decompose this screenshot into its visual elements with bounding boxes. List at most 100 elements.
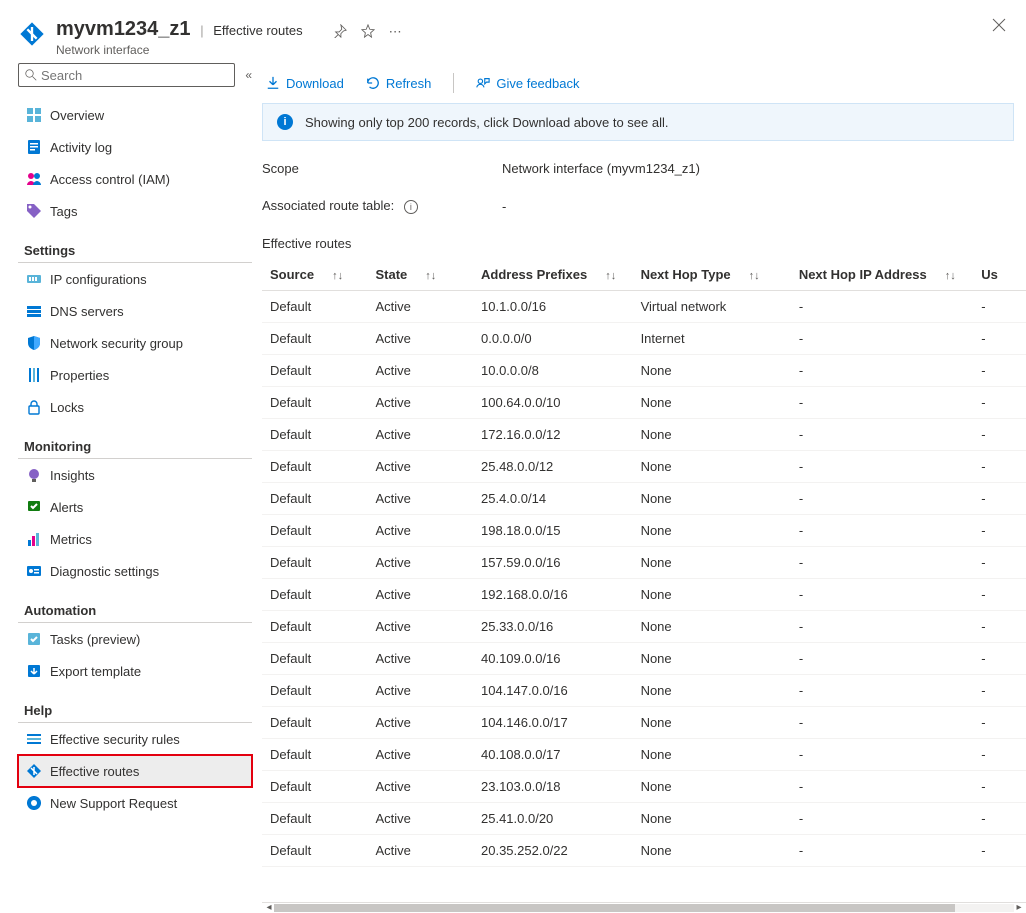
cell-state: Active [368, 675, 474, 707]
cell-nht: Internet [633, 323, 791, 355]
cell-state: Active [368, 835, 474, 867]
table-row[interactable]: Default Active 10.1.0.0/16 Virtual netwo… [262, 291, 1026, 323]
cell-source: Default [262, 675, 368, 707]
sidebar-item-locks[interactable]: Locks [18, 391, 252, 423]
sidebar-item-label: Effective security rules [50, 732, 180, 747]
table-row[interactable]: Default Active 25.33.0.0/16 None - - [262, 611, 1026, 643]
table-row[interactable]: Default Active 25.4.0.0/14 None - - [262, 483, 1026, 515]
table-row[interactable]: Default Active 172.16.0.0/12 None - - [262, 419, 1026, 451]
sidebar-item-tasks[interactable]: Tasks (preview) [18, 623, 252, 655]
sort-icon[interactable]: ↑↓ [945, 270, 956, 282]
column-header[interactable]: Next Hop Type↑↓ [633, 259, 791, 291]
sidebar-item-diag[interactable]: Diagnostic settings [18, 555, 252, 587]
cell-nhip: - [791, 355, 973, 387]
sidebar-item-tags[interactable]: Tags [18, 195, 252, 227]
sidebar-item-label: Properties [50, 368, 109, 383]
table-row[interactable]: Default Active 0.0.0.0/0 Internet - - [262, 323, 1026, 355]
network-interface-icon [18, 20, 46, 48]
table-row[interactable]: Default Active 100.64.0.0/10 None - - [262, 387, 1026, 419]
column-header[interactable]: Us [973, 259, 1026, 291]
sidebar-item-metrics[interactable]: Metrics [18, 523, 252, 555]
table-row[interactable]: Default Active 23.103.0.0/18 None - - [262, 771, 1026, 803]
sidebar-item-secrules[interactable]: Effective security rules [18, 723, 252, 755]
main-pane: Download Refresh Give feedback i Showing… [262, 63, 1026, 912]
table-row[interactable]: Default Active 40.109.0.0/16 None - - [262, 643, 1026, 675]
cell-prefix: 100.64.0.0/10 [473, 387, 633, 419]
sidebar-item-alerts[interactable]: Alerts [18, 491, 252, 523]
sidebar-item-label: Insights [50, 468, 95, 483]
more-icon[interactable]: ⋯ [389, 24, 402, 41]
routes-table: Source↑↓State↑↓Address Prefixes↑↓Next Ho… [262, 259, 1026, 867]
cell-us: - [973, 579, 1026, 611]
help-icon[interactable]: i [404, 200, 418, 214]
cell-source: Default [262, 355, 368, 387]
scope-label: Scope [262, 161, 502, 176]
column-header[interactable]: Address Prefixes↑↓ [473, 259, 633, 291]
search-input[interactable] [41, 68, 228, 83]
sidebar-item-insights[interactable]: Insights [18, 459, 252, 491]
cell-source: Default [262, 387, 368, 419]
cell-nht: None [633, 515, 791, 547]
sidebar-search[interactable] [18, 63, 235, 87]
sidebar-item-overview[interactable]: Overview [18, 99, 252, 131]
scroll-left-icon[interactable]: ◂ [264, 902, 274, 912]
cell-source: Default [262, 579, 368, 611]
table-row[interactable]: Default Active 192.168.0.0/16 None - - [262, 579, 1026, 611]
export-icon [26, 663, 42, 679]
sidebar-item-nsg[interactable]: Network security group [18, 327, 252, 359]
resource-type: Network interface [56, 43, 303, 57]
table-row[interactable]: Default Active 104.147.0.0/16 None - - [262, 675, 1026, 707]
table-row[interactable]: Default Active 104.146.0.0/17 None - - [262, 707, 1026, 739]
sort-icon[interactable]: ↑↓ [332, 270, 343, 282]
cell-us: - [973, 387, 1026, 419]
sidebar-item-label: Effective routes [50, 764, 139, 779]
sidebar-item-export[interactable]: Export template [18, 655, 252, 687]
column-header[interactable]: Next Hop IP Address↑↓ [791, 259, 973, 291]
banner-text: Showing only top 200 records, click Down… [305, 115, 669, 130]
scope-value: Network interface (myvm1234_z1) [502, 161, 700, 176]
cell-us: - [973, 419, 1026, 451]
table-row[interactable]: Default Active 157.59.0.0/16 None - - [262, 547, 1026, 579]
cell-source: Default [262, 323, 368, 355]
sidebar-item-activity[interactable]: Activity log [18, 131, 252, 163]
sidebar-item-dns[interactable]: DNS servers [18, 295, 252, 327]
table-row[interactable]: Default Active 10.0.0.0/8 None - - [262, 355, 1026, 387]
cell-nhip: - [791, 419, 973, 451]
cell-nht: None [633, 547, 791, 579]
table-row[interactable]: Default Active 20.35.252.0/22 None - - [262, 835, 1026, 867]
horizontal-scrollbar[interactable]: ◂ ▸ [262, 902, 1026, 912]
sort-icon[interactable]: ↑↓ [425, 270, 436, 282]
refresh-button[interactable]: Refresh [366, 76, 432, 91]
feedback-button[interactable]: Give feedback [476, 76, 579, 91]
shield-icon [26, 335, 42, 351]
sort-icon[interactable]: ↑↓ [749, 270, 760, 282]
pin-icon[interactable] [333, 24, 347, 41]
header-title-block: myvm1234_z1 | Effective routes Network i… [56, 18, 303, 57]
sidebar-item-iam[interactable]: Access control (IAM) [18, 163, 252, 195]
column-header[interactable]: State↑↓ [368, 259, 474, 291]
table-scroll[interactable]: Source↑↓State↑↓Address Prefixes↑↓Next Ho… [262, 259, 1026, 902]
scroll-right-icon[interactable]: ▸ [1014, 902, 1024, 912]
favorite-icon[interactable] [361, 24, 375, 41]
sidebar-item-props[interactable]: Properties [18, 359, 252, 391]
column-header[interactable]: Source↑↓ [262, 259, 368, 291]
cell-us: - [973, 515, 1026, 547]
table-row[interactable]: Default Active 198.18.0.0/15 None - - [262, 515, 1026, 547]
blade-header: myvm1234_z1 | Effective routes Network i… [0, 0, 1026, 63]
sidebar-item-label: Access control (IAM) [50, 172, 170, 187]
cell-nht: None [633, 611, 791, 643]
sidebar-item-routes[interactable]: Effective routes [18, 755, 252, 787]
sidebar-item-support[interactable]: New Support Request [18, 787, 252, 819]
table-row[interactable]: Default Active 25.41.0.0/20 None - - [262, 803, 1026, 835]
table-row[interactable]: Default Active 25.48.0.0/12 None - - [262, 451, 1026, 483]
collapse-sidebar-icon[interactable]: « [245, 68, 252, 82]
ipconf-icon [26, 271, 42, 287]
close-button[interactable] [992, 18, 1006, 37]
table-row[interactable]: Default Active 40.108.0.0/17 None - - [262, 739, 1026, 771]
sidebar-item-ipconf[interactable]: IP configurations [18, 263, 252, 295]
cell-state: Active [368, 803, 474, 835]
sort-icon[interactable]: ↑↓ [605, 270, 616, 282]
cell-state: Active [368, 643, 474, 675]
download-button[interactable]: Download [266, 76, 344, 91]
resource-name: myvm1234_z1 [56, 18, 191, 40]
